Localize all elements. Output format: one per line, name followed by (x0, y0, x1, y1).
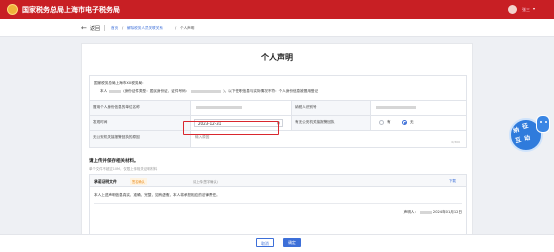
commitment-label: 承诺证明文件 (94, 179, 117, 184)
cancel-button[interactable]: 取消 (256, 238, 274, 247)
radio-reported-no-label[interactable]: 无 (410, 120, 414, 125)
no-receipt-reason-label: 无公安机关接报警回执的原因 (90, 131, 191, 147)
upload-hint: 请上传(签字确认) (193, 180, 218, 184)
robot-icon[interactable] (536, 115, 550, 133)
tax-id-value (371, 101, 468, 115)
commitment-box: 承诺证明文件 签名确认 请上传(签字确认) 下载 本人上述声明信息真实、准确、完… (89, 174, 467, 236)
download-link[interactable]: 下载 (449, 179, 456, 184)
upload-note-sub: 单个文件不超过10M，仅限上传相关证明材料 (89, 167, 158, 171)
breadcrumb-current: 个人声明 (180, 26, 195, 30)
discover-time-label: 发现时间 (90, 116, 191, 130)
breadcrumb-bar: ← 返回 首页 / 解除税务人员关联关系 / 个人声明 (0, 19, 554, 37)
top-header: 国家税务总局上海市电子税务局 张三 ▾ (0, 0, 554, 19)
reason-textarea[interactable]: 输入原因 0/300 (194, 134, 464, 145)
upload-note-title: 请上传并保存相关材料。 (89, 159, 139, 164)
masked-signer-name (420, 211, 432, 214)
chevron-down-icon[interactable]: ▾ (533, 6, 535, 11)
back-arrow-icon[interactable]: ← (81, 24, 87, 32)
site-title: 国家税务总局上海市电子税务局 (22, 6, 120, 14)
declaration-text-box: 国家税务总局上海市XX税务局： 本人 (身份证件类型：居民身份证，证件号码：)，以… (89, 75, 467, 101)
char-counter: 0/300 (451, 140, 460, 144)
tax-id-label: 纳税人识别号 (292, 101, 371, 115)
declaration-form-panel: 个人声明 国家税务总局上海市XX税务局： 本人 (身份证件类型：居民身份证，证件号… (81, 43, 473, 238)
declaration-line-1: 国家税务总局上海市XX税务局： (94, 81, 146, 85)
form-row-company: 冒用个人身份信息的单位名称 纳税人识别号 (89, 101, 467, 116)
footer-bar: 取消 确定 (0, 234, 554, 252)
user-name[interactable]: 张三 (522, 7, 530, 13)
commitment-header: 承诺证明文件 签名确认 请上传(签字确认) 下载 (90, 175, 466, 187)
company-label: 冒用个人身份信息的单位名称 (90, 101, 191, 115)
status-badge: 签名确认 (130, 178, 147, 185)
sign-date: 2024年01月12日 (432, 210, 462, 214)
tax-emblem-icon (7, 4, 18, 15)
page-title: 个人声明 (261, 53, 293, 62)
commitment-text: 本人上述声明信息真实、准确、完整，如有虚假，本人将承担相应的法律责任。 (94, 193, 220, 197)
breadcrumb-home[interactable]: 首页 (111, 26, 118, 31)
confirm-button[interactable]: 确定 (283, 238, 301, 247)
online-help-widget[interactable]: 纳 征 互 动 (509, 115, 551, 155)
reported-label: 有无公安机关接报警回执 (292, 116, 371, 130)
highlight-box (183, 121, 279, 135)
declaration-line-2: 本人 (身份证件类型：居民身份证，证件号码：)，以下任职信息与实际情况不符：个人身… (100, 89, 319, 93)
divider (94, 203, 462, 204)
radio-reported-no[interactable] (402, 120, 407, 125)
signer-label: 声明人： (403, 210, 418, 214)
breadcrumb-middle[interactable]: 解除税务人员关联关系 (127, 26, 163, 31)
masked-name (109, 89, 122, 93)
user-avatar[interactable] (508, 5, 517, 14)
back-button[interactable]: 返回 (90, 25, 100, 32)
divider (104, 25, 105, 31)
company-value (191, 101, 292, 115)
radio-reported-yes-label[interactable]: 有 (387, 120, 391, 125)
masked-id-number (191, 89, 222, 93)
radio-reported-yes[interactable] (379, 120, 384, 125)
